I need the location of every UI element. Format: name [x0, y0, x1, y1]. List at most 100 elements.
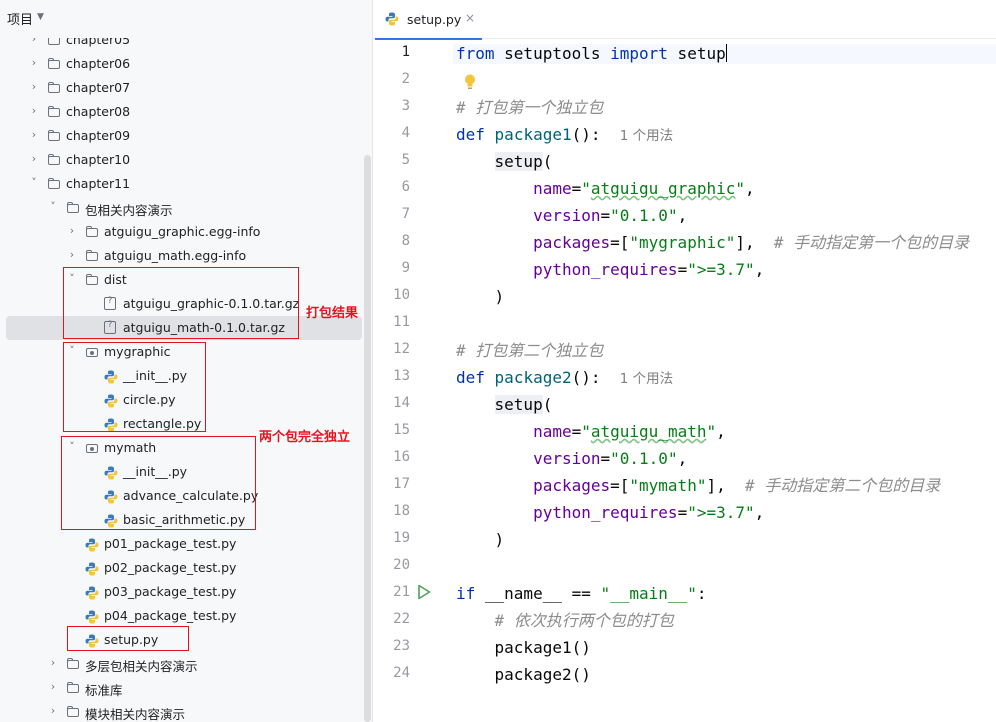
code-line-9[interactable]: python_requires=">=3.7", — [456, 260, 764, 280]
code-line-19[interactable]: ) — [456, 530, 505, 550]
line-number-gutter: 1 2 3 4 5 6 7 8 9 10 11 12 13 14 15 16 17 18 19 20 21 22 23 24 — [373, 40, 453, 722]
text-caret — [725, 44, 728, 62]
tree-item-label: p04_package_test.py — [104, 608, 237, 623]
folder-icon — [47, 57, 61, 71]
tree-item[interactable]: p02_package_test.py — [0, 556, 362, 580]
tree-item[interactable]: p01_package_test.py — [0, 532, 362, 556]
code-line-23[interactable]: package1() — [456, 638, 591, 658]
line-number: 17 — [393, 476, 410, 492]
folder-icon — [66, 201, 80, 215]
tree-item[interactable]: › 多层包相关内容演示 — [0, 652, 362, 676]
tree-item[interactable]: › chapter07 — [0, 76, 362, 100]
tree-item-label: p02_package_test.py — [104, 560, 237, 575]
folder-icon — [47, 38, 61, 47]
chevron-right-icon[interactable]: › — [48, 681, 58, 693]
python-file-icon — [85, 585, 99, 600]
chevron-right-icon[interactable]: › — [29, 129, 39, 141]
tree-item[interactable]: › chapter05 — [0, 38, 362, 52]
folder-icon — [47, 177, 61, 191]
line-number: 23 — [393, 638, 410, 654]
chevron-right-icon[interactable]: › — [29, 81, 39, 93]
tree-item[interactable]: › atguigu_math.egg-info — [0, 244, 362, 268]
code-line-5[interactable]: setup( — [456, 152, 552, 172]
line-number: 10 — [393, 287, 410, 303]
chevron-down-icon[interactable]: ˅ — [48, 201, 58, 213]
tree-item[interactable]: › chapter08 — [0, 100, 362, 124]
packaging-result-annotation: 打包结果 — [306, 306, 359, 321]
chevron-right-icon[interactable]: › — [67, 225, 77, 237]
tree-item[interactable]: p03_package_test.py — [0, 580, 362, 604]
folder-icon — [66, 705, 80, 719]
code-line-16[interactable]: version="0.1.0", — [456, 449, 687, 469]
usage-hint[interactable]: 1 个用法 — [620, 371, 673, 387]
tree-item-label: 多层包相关内容演示 — [85, 659, 198, 674]
tree-scrollbar[interactable] — [364, 155, 371, 722]
line-number: 22 — [393, 611, 410, 627]
code-line-15[interactable]: name="atguigu_math", — [456, 422, 726, 442]
code-line-21[interactable]: if __name__ == "__main__": — [456, 584, 706, 604]
tree-item[interactable]: p04_package_test.py — [0, 604, 362, 628]
close-icon[interactable]: × — [465, 11, 475, 25]
python-file-icon — [85, 561, 99, 576]
code-line-10[interactable]: ) — [456, 287, 505, 307]
code-line-6[interactable]: name="atguigu_graphic", — [456, 179, 755, 199]
chevron-right-icon[interactable]: › — [29, 105, 39, 117]
folder-icon — [47, 81, 61, 95]
code-line-24[interactable]: package2() — [456, 665, 591, 685]
line-number: 2 — [401, 71, 410, 87]
code-line-3[interactable]: # 打包第一个独立包 — [456, 98, 603, 118]
code-line-7[interactable]: version="0.1.0", — [456, 206, 687, 226]
tree-item[interactable]: › 模块相关内容演示 — [0, 700, 362, 722]
python-file-icon — [385, 12, 399, 26]
tree-item[interactable]: ˅ chapter11 — [0, 172, 362, 196]
usage-hint[interactable]: 1 个用法 — [620, 128, 673, 144]
chevron-down-icon[interactable]: ˅ — [29, 177, 39, 189]
line-number: 3 — [401, 98, 410, 114]
code-line-17[interactable]: packages=["mymath"], # 手动指定第二个包的目录 — [456, 476, 940, 496]
tab-setup-py[interactable]: setup.py × — [373, 0, 483, 40]
tree-item-label: chapter05 — [66, 38, 131, 47]
code-line-13[interactable]: def package2(): 1 个用法 — [456, 368, 673, 389]
project-title: 项目 — [7, 13, 34, 28]
independent-packages-annotation: 两个包完全独立 — [259, 430, 351, 445]
chevron-right-icon[interactable]: › — [29, 38, 39, 45]
chevron-right-icon[interactable]: › — [29, 57, 39, 69]
tree-item[interactable]: › atguigu_graphic.egg-info — [0, 220, 362, 244]
chevron-right-icon[interactable]: › — [67, 249, 77, 261]
line-number: 19 — [393, 530, 410, 546]
tree-item-label: chapter07 — [66, 80, 131, 95]
tree-item[interactable]: › chapter09 — [0, 124, 362, 148]
tree-item[interactable]: › chapter10 — [0, 148, 362, 172]
editor-tab-bar: setup.py × — [373, 0, 996, 40]
folder-icon — [47, 153, 61, 167]
line-number: 11 — [393, 314, 410, 330]
run-icon[interactable] — [417, 584, 431, 600]
mymath-highlight-box — [61, 436, 256, 530]
chevron-right-icon[interactable]: › — [48, 705, 58, 717]
tree-item-label: 包相关内容演示 — [85, 203, 173, 218]
tree-item-label: atguigu_math.egg-info — [104, 248, 247, 263]
chevron-down-icon[interactable]: ▼ — [37, 12, 44, 22]
line-number: 16 — [393, 449, 410, 465]
chevron-right-icon[interactable]: › — [29, 153, 39, 165]
code-line-1[interactable]: from setuptools import setup — [453, 44, 996, 64]
tree-item[interactable]: › chapter06 — [0, 52, 362, 76]
lightbulb-icon[interactable] — [463, 73, 477, 91]
tree-item[interactable]: › 标准库 — [0, 676, 362, 700]
tab-label: setup.py — [407, 12, 462, 27]
code-line-12[interactable]: # 打包第二个独立包 — [456, 341, 603, 361]
line-number: 12 — [393, 341, 410, 357]
tree-item-label: chapter10 — [66, 152, 131, 167]
code-area[interactable]: from setuptools import setup # 打包第一个独立包 … — [373, 40, 996, 722]
tree-item-label: 标准库 — [85, 683, 123, 698]
chevron-right-icon[interactable]: › — [48, 657, 58, 669]
code-line-22[interactable]: # 依次执行两个包的打包 — [456, 611, 674, 631]
tree-item[interactable]: ˅ 包相关内容演示 — [0, 196, 362, 220]
folder-icon — [85, 225, 99, 239]
code-line-8[interactable]: packages=["mygraphic"], # 手动指定第一个包的目录 — [456, 233, 969, 253]
code-line-14[interactable]: setup( — [456, 395, 552, 415]
line-number: 24 — [393, 665, 410, 681]
code-line-18[interactable]: python_requires=">=3.7", — [456, 503, 764, 523]
line-number: 6 — [401, 179, 410, 195]
code-line-4[interactable]: def package1(): 1 个用法 — [456, 125, 673, 146]
